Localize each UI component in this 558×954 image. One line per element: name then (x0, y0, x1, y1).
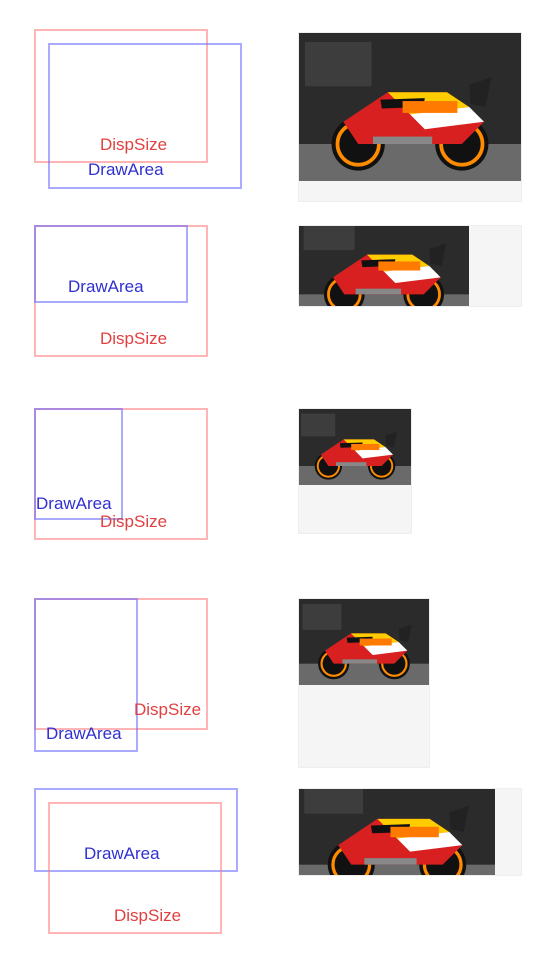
diagram-r3: DrawArea DispSize (34, 408, 244, 568)
diagram-r5: DrawArea DispSize (34, 788, 244, 948)
dispsize-label-r3: DispSize (100, 512, 167, 532)
drawarea-label-r3: DrawArea (36, 494, 112, 514)
result-cell-r2 (298, 225, 522, 307)
drawarea-label-r4: DrawArea (46, 724, 122, 744)
drawarea-label-r2: DrawArea (68, 277, 144, 297)
result-cell-r5 (298, 788, 522, 876)
page: DispSize DrawArea DrawArea DispSize (0, 0, 558, 954)
result-image-r4 (299, 599, 429, 685)
result-cell-r4 (298, 598, 430, 768)
result-cell-r3 (298, 408, 412, 534)
diagram-r2: DrawArea DispSize (34, 225, 244, 385)
dispsize-label-r4: DispSize (134, 700, 201, 720)
result-image-r1 (299, 33, 521, 181)
result-image-r3 (299, 409, 411, 485)
dispsize-label-r2: DispSize (100, 329, 167, 349)
diagram-r4: DispSize DrawArea (34, 598, 244, 758)
result-image-r5 (299, 789, 495, 875)
diagram-r1: DispSize DrawArea (34, 29, 244, 189)
dispsize-label-r5: DispSize (114, 906, 181, 926)
result-cell-r1 (298, 32, 522, 202)
drawarea-label-r5: DrawArea (84, 844, 160, 864)
drawarea-label-r1: DrawArea (88, 160, 164, 180)
dispsize-label-r1: DispSize (100, 135, 167, 155)
result-image-r2 (299, 226, 469, 306)
